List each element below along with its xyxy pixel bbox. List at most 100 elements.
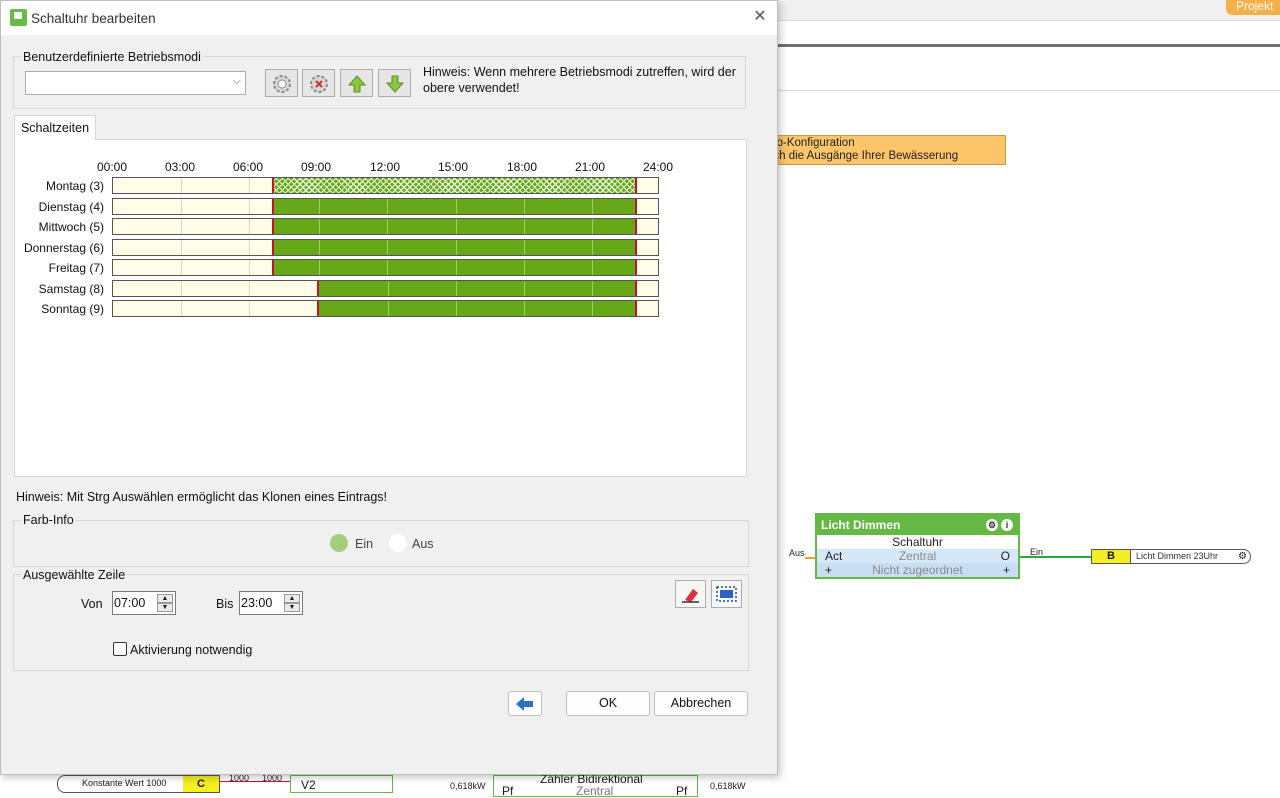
block-header: Licht Dimmen ⚙ i xyxy=(817,515,1018,535)
hour-tick xyxy=(319,219,321,234)
block-act-label: Act xyxy=(825,549,843,563)
legend-on-label: Ein xyxy=(355,537,374,551)
hour-tick xyxy=(523,239,525,255)
hour-tick xyxy=(249,239,251,255)
note-line-1: uto-Konfiguration xyxy=(767,137,855,149)
hour-tick xyxy=(249,301,251,316)
hour-tick xyxy=(181,239,183,255)
block-title: Licht Dimmen xyxy=(821,518,901,532)
hour-tick xyxy=(181,198,183,214)
on-segment[interactable] xyxy=(271,198,638,214)
back-button[interactable] xyxy=(508,691,542,716)
hour-label: 24:00 xyxy=(643,160,674,174)
gear-icon[interactable]: ⚙ xyxy=(986,519,998,531)
select-all-button[interactable] xyxy=(711,580,742,608)
day-schedule-bar[interactable] xyxy=(112,177,659,194)
chevron-down-icon[interactable]: ⌵ xyxy=(233,75,241,88)
tab-schaltzeiten[interactable]: Schaltzeiten xyxy=(14,115,96,140)
hour-tick xyxy=(181,280,183,296)
v2-label: V2 xyxy=(301,778,316,792)
spin-down-icon[interactable]: ▼ xyxy=(284,603,300,612)
hour-tick xyxy=(249,219,251,234)
activation-checkbox[interactable] xyxy=(113,642,127,656)
close-icon[interactable]: ✕ xyxy=(749,6,771,28)
ok-button[interactable]: OK xyxy=(566,691,650,716)
hour-tick xyxy=(591,301,593,316)
color-info-group xyxy=(13,520,749,567)
schaltuhr-dialog: Schaltuhr bearbeiten ✕ Benutzerdefiniert… xyxy=(0,0,778,775)
hour-tick xyxy=(387,260,389,275)
gear-icon[interactable]: ⚙ xyxy=(1238,551,1247,562)
spin-down-icon[interactable]: ▼ xyxy=(157,603,173,612)
schaltuhr-block[interactable]: Licht Dimmen ⚙ i Schaltuhr Act Zentral O… xyxy=(815,513,1020,579)
block-row-act[interactable]: Act Zentral O xyxy=(817,549,1018,563)
delete-mode-button[interactable] xyxy=(302,69,335,97)
arrow-down-icon xyxy=(385,75,404,93)
move-down-button[interactable] xyxy=(378,69,411,97)
dialog-title: Schaltuhr bearbeiten xyxy=(31,11,156,26)
toolbar-divider-thin xyxy=(777,90,1280,91)
eraser-icon xyxy=(682,589,699,603)
block-zentral-label: Zentral xyxy=(898,549,937,563)
on-segment[interactable] xyxy=(317,280,638,296)
toolbar-divider xyxy=(777,44,1280,47)
block-row-unassigned[interactable]: + Nicht zugeordnet + xyxy=(817,563,1018,577)
from-time-spinner[interactable]: 07:00 ▲ ▼ xyxy=(112,591,176,615)
canvas-note[interactable]: uto-Konfiguration och die Ausgänge Ihrer… xyxy=(760,135,1006,165)
bidirektional-block[interactable]: Zähler Bidirektional Pf Zentral Pf xyxy=(493,772,698,798)
v2-block[interactable]: V2 xyxy=(290,775,393,793)
konstante-block[interactable]: Konstante Wert 1000 C xyxy=(57,775,220,793)
day-schedule-bar[interactable] xyxy=(112,259,659,276)
pf-left: Pf xyxy=(502,784,514,798)
spin-up-icon[interactable]: ▲ xyxy=(157,594,173,603)
block-input-label: Aus xyxy=(789,548,805,558)
on-segment[interactable] xyxy=(271,178,638,193)
day-schedule-bar[interactable] xyxy=(112,279,659,297)
clock-delete-icon xyxy=(309,75,328,93)
dialog-titlebar[interactable]: Schaltuhr bearbeiten ✕ xyxy=(1,1,777,35)
hour-tick xyxy=(249,260,251,275)
hour-label: 06:00 xyxy=(233,160,264,174)
hour-tick xyxy=(319,198,321,214)
modes-combo[interactable]: ⌵ xyxy=(25,71,246,95)
on-segment[interactable] xyxy=(271,219,638,234)
undo-arrow-icon xyxy=(516,697,533,711)
hour-tick xyxy=(591,239,593,255)
hour-tick xyxy=(523,198,525,214)
hour-tick xyxy=(387,239,389,255)
output-block-letter: B xyxy=(1092,550,1131,563)
day-label: Sonntag (9) xyxy=(41,302,104,316)
hour-tick xyxy=(319,260,321,275)
hour-tick xyxy=(591,219,593,234)
from-label: Von xyxy=(81,597,103,611)
add-input-icon[interactable]: + xyxy=(825,563,832,577)
add-output-icon[interactable]: + xyxy=(1003,563,1010,577)
on-segment[interactable] xyxy=(271,239,638,255)
pf-right: Pf xyxy=(676,784,688,798)
legend-off-swatch xyxy=(389,534,407,552)
day-schedule-bar[interactable] xyxy=(112,300,659,317)
from-time-value: 07:00 xyxy=(114,596,146,610)
hour-tick xyxy=(181,219,183,234)
projekt-button[interactable]: Projekt xyxy=(1226,0,1280,15)
clock-gear-icon xyxy=(272,75,291,93)
hour-tick xyxy=(591,280,593,296)
hour-tick xyxy=(455,239,457,255)
add-mode-button[interactable] xyxy=(265,69,298,97)
on-segment[interactable] xyxy=(271,260,638,275)
day-schedule-bar[interactable] xyxy=(112,238,659,256)
to-time-spinner[interactable]: 23:00 ▲ ▼ xyxy=(239,591,303,615)
day-schedule-bar[interactable] xyxy=(112,197,659,215)
output-block[interactable]: B Licht Dimmen 23Uhr ⚙ xyxy=(1091,549,1251,564)
hour-tick xyxy=(455,219,457,234)
move-up-button[interactable] xyxy=(340,69,373,97)
day-schedule-bar[interactable] xyxy=(112,218,659,235)
cancel-button[interactable]: Abbrechen xyxy=(654,691,748,716)
hour-tick xyxy=(387,198,389,214)
day-label: Donnerstag (6) xyxy=(23,240,104,255)
spin-up-icon[interactable]: ▲ xyxy=(284,594,300,603)
erase-button[interactable] xyxy=(675,580,706,608)
day-label: Montag (3) xyxy=(45,179,104,193)
on-segment[interactable] xyxy=(317,301,638,316)
info-icon[interactable]: i xyxy=(1001,519,1013,531)
